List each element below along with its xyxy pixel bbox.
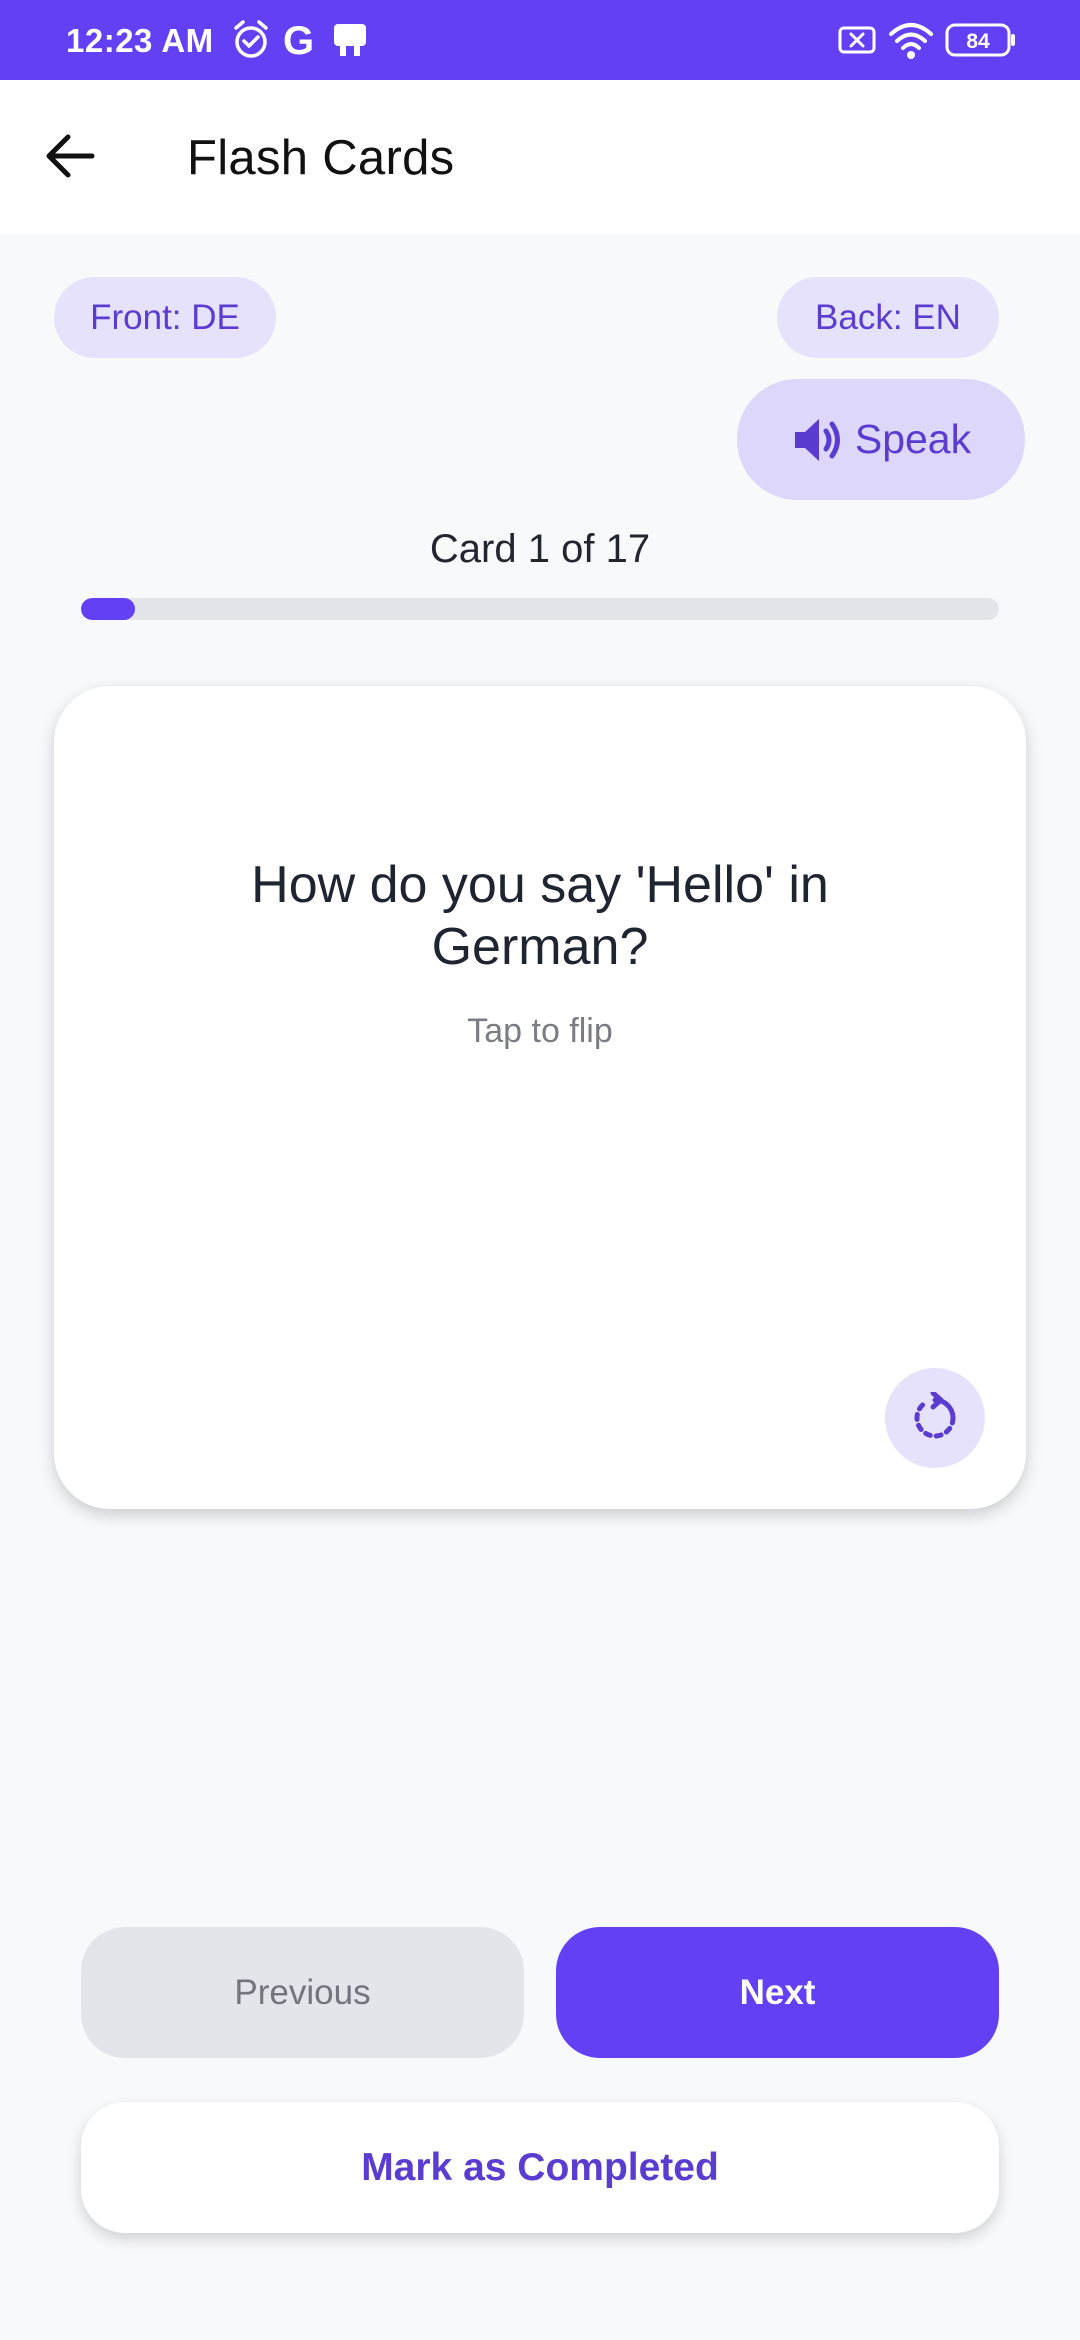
battery-level: 84 — [966, 30, 990, 53]
app-bar: Flash Cards — [0, 80, 1080, 234]
no-sim-icon — [837, 20, 877, 65]
card-hint: Tap to flip — [467, 1012, 613, 1050]
back-language-chip[interactable]: Back: EN — [777, 277, 999, 358]
battery-icon: 84 — [945, 22, 1017, 63]
alarm-icon — [231, 18, 271, 67]
status-time: 12:23 AM — [66, 22, 214, 59]
arrow-left-icon — [46, 134, 95, 178]
status-bar: 12:23 AM G 84 — [0, 0, 1080, 80]
card-question: How do you say 'Hello' in German? — [251, 856, 829, 976]
page-title: Flash Cards — [187, 131, 455, 185]
next-button[interactable]: Next — [556, 1927, 999, 2058]
progress-fill — [81, 598, 135, 620]
speaker-icon — [794, 418, 840, 461]
card-counter: Card 1 of 17 — [429, 527, 651, 571]
back-button[interactable] — [30, 116, 110, 196]
google-icon: G — [281, 16, 319, 67]
progress-bar — [81, 598, 999, 620]
flip-rotate-icon — [914, 1392, 956, 1439]
speak-label: Speak — [854, 416, 972, 462]
mark-completed-button[interactable]: Mark as Completed — [81, 2102, 999, 2233]
previous-button[interactable]: Previous — [81, 1927, 524, 2058]
flash-card[interactable]: How do you say 'Hello' in German? Tap to… — [54, 686, 1026, 1509]
svg-text:G: G — [283, 19, 314, 62]
speak-button[interactable]: Speak — [737, 379, 1025, 500]
front-language-chip[interactable]: Front: DE — [54, 277, 276, 358]
notification-app-icon — [330, 18, 370, 67]
flip-button[interactable] — [885, 1368, 985, 1468]
wifi-icon — [887, 18, 935, 67]
